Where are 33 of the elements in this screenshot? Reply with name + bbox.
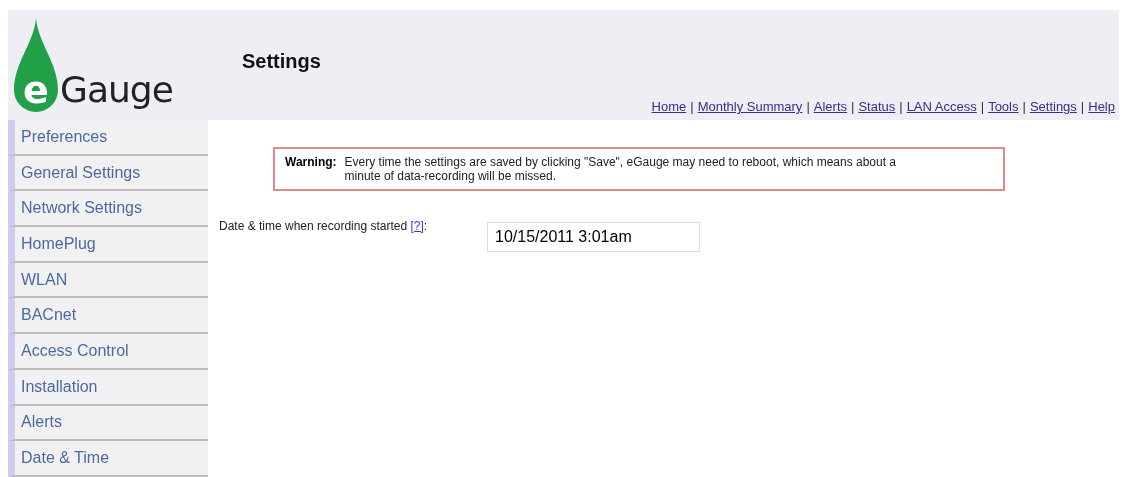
date-field[interactable]: 10/15/2011 3:01am: [487, 222, 700, 252]
logo-mark: e: [22, 68, 50, 112]
sidebar-item[interactable]: Access Control: [8, 334, 208, 370]
sidebar-item[interactable]: Installation: [8, 369, 208, 406]
warning-message: Every time the settings are saved by clicking "Save", eGauge may need to reboot, which means about a minute of data-recording will be missed.: [344, 155, 898, 183]
nav-link[interactable]: Help: [1088, 99, 1115, 114]
warning-label: Warning:: [285, 155, 337, 171]
nav-separator: |: [806, 99, 810, 114]
nav-link[interactable]: Home: [651, 99, 687, 114]
sidebar-item[interactable]: Alerts: [8, 405, 208, 442]
nav-link[interactable]: LAN Access: [906, 99, 977, 114]
logo-wordmark: Gauge: [60, 68, 173, 112]
sidebar-item[interactable]: General Settings: [8, 155, 208, 192]
nav-link[interactable]: Tools: [988, 99, 1019, 114]
nav-separator: |: [690, 99, 694, 114]
sidebar-item[interactable]: Date & Time: [8, 441, 208, 477]
nav-separator: |: [851, 99, 855, 114]
nav-link[interactable]: Monthly Summary: [697, 99, 803, 114]
help-link[interactable]: [?]: [410, 219, 424, 233]
nav-link[interactable]: Status: [858, 99, 896, 114]
sidebar-item[interactable]: WLAN: [8, 262, 208, 299]
sidebar-item[interactable]: BACnet: [8, 298, 208, 335]
nav-separator: |: [980, 99, 985, 114]
nav-link[interactable]: Alerts: [813, 99, 847, 114]
sidebar-item[interactable]: Network Settings: [8, 191, 208, 228]
sidebar-item[interactable]: HomePlug: [8, 227, 208, 263]
nav-separator: |: [899, 99, 903, 114]
field-label: Date & time when recording started [?]:: [219, 219, 429, 235]
page-title: Settings: [242, 50, 321, 73]
sidebar-item[interactable]: Preferences: [8, 120, 208, 156]
nav-link[interactable]: Settings: [1029, 99, 1077, 114]
nav-separator: |: [1022, 99, 1026, 114]
nav-separator: |: [1080, 99, 1085, 114]
